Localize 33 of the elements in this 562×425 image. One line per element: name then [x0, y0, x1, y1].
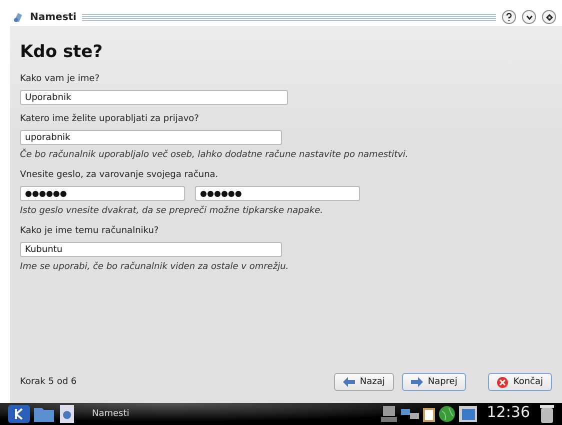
hint-text: Isto geslo vnesite dvakrat, da se prepreči možne tipkarske napake. [20, 206, 324, 216]
taskbar-task[interactable]: Namesti [92, 409, 377, 419]
window-title: Namesti [30, 12, 76, 22]
cancel-button[interactable]: Končaj [488, 373, 552, 391]
password-field[interactable]: ●●●●●● [195, 186, 360, 201]
field-label: Katero ime želite uporabljati za prijavo? [20, 114, 200, 124]
globe-icon[interactable] [438, 406, 455, 422]
password-field[interactable]: ●●●●●● [20, 186, 185, 201]
field-label: Vnesite geslo, za varovanje svojega računa. [20, 170, 220, 180]
input-field[interactable]: Uporabnik [20, 90, 288, 105]
computer-icon[interactable] [380, 406, 397, 422]
back-button[interactable]: Nazaj [334, 373, 394, 391]
input-field[interactable]: uporabnik [20, 130, 282, 145]
help-icon[interactable] [502, 10, 516, 24]
page-heading: Kdo ste? [20, 42, 104, 62]
right-arrow-icon [410, 377, 423, 387]
hint-text: Če bo računalnik uporabljalo več oseb, lahko dodatne račune nastavite po namestitvi. [20, 150, 410, 160]
input-field[interactable]: Kubuntu [20, 242, 282, 257]
kde-menu-icon[interactable] [8, 405, 30, 423]
network-icon[interactable] [400, 407, 419, 421]
left-arrow-icon [342, 377, 355, 387]
clock[interactable]: 12:36 [486, 403, 530, 421]
close-icon [497, 376, 508, 388]
maximize-icon[interactable] [542, 10, 556, 24]
field-label: Kako vam je ime? [20, 74, 100, 84]
folder-icon[interactable] [34, 406, 54, 422]
trash-icon[interactable] [540, 405, 554, 423]
minimize-icon[interactable] [522, 10, 536, 24]
desktop-icon[interactable] [458, 406, 477, 422]
step-indicator: Korak 5 od 6 [20, 377, 78, 387]
field-label: Kako je ime temu računalniku? [20, 226, 160, 236]
hint-text: Ime se uporabi, če bo računalnik viden za ostale v omrežju. [20, 262, 290, 272]
next-button[interactable]: Naprej [402, 373, 466, 391]
